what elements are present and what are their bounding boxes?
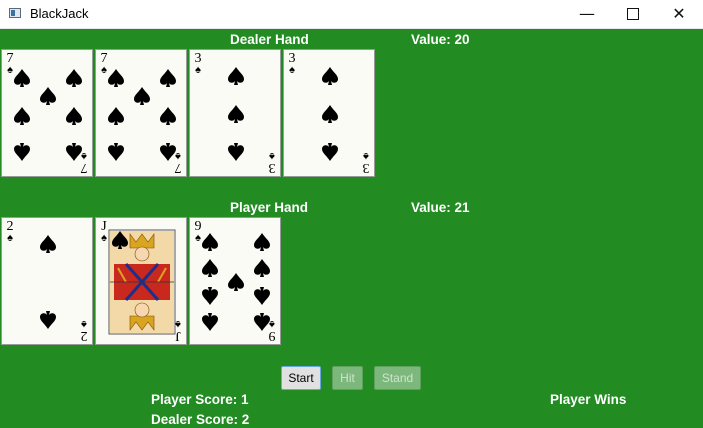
spade-pip-icon [254, 259, 270, 277]
card-rank: 2 [80, 328, 88, 343]
card-corner-index: 3 ♠ [192, 52, 204, 76]
player-score: Player Score: 1 [151, 392, 249, 407]
card-suit: ♠ [175, 318, 181, 330]
playing-card: 7 ♠ 7 ♠ [1, 49, 93, 177]
spade-pip-icon [66, 69, 82, 87]
spade-pip-icon [254, 233, 270, 251]
card-suit: ♠ [7, 64, 13, 76]
maximize-button[interactable] [610, 0, 656, 28]
spade-pip-icon [134, 87, 150, 105]
player-hand-heading: Player Hand [230, 200, 309, 215]
card-suit: ♠ [195, 64, 201, 76]
card-suit: ♠ [101, 232, 107, 244]
title-bar: BlackJack — ✕ [0, 0, 703, 29]
card-corner-index: 2 ♠ [78, 318, 90, 343]
card-suit: ♠ [195, 232, 201, 244]
spade-pip-icon [108, 143, 124, 161]
spade-pip-icon [108, 107, 124, 125]
spade-pip-icon [160, 107, 176, 125]
spade-pip-icon [228, 143, 244, 161]
card-corner-index: J ♠ [172, 318, 184, 343]
playing-card: 7 ♠ 7 ♠ [95, 49, 187, 177]
window-title: BlackJack [30, 6, 89, 21]
blackjack-window: BlackJack — ✕ Dealer Hand Value: 20 7 ♠ 7 ♠… [0, 0, 703, 428]
card-corner-index: 7 ♠ [98, 52, 110, 76]
spade-pip-icon [14, 107, 30, 125]
card-rank: 7 [174, 160, 182, 175]
minimize-button[interactable]: — [564, 0, 610, 28]
card-corner-index: 3 ♠ [266, 150, 278, 175]
spade-pip-icon [202, 287, 218, 305]
card-corner-index: 2 ♠ [4, 220, 16, 244]
card-corner-index: 3 ♠ [286, 52, 298, 76]
spade-pip-icon [254, 287, 270, 305]
spade-pip-icon [40, 87, 56, 105]
player-value: Value: 21 [411, 200, 470, 215]
dealer-value: Value: 20 [411, 32, 470, 47]
card-suit: ♠ [289, 64, 295, 76]
spade-pip-icon [202, 259, 218, 277]
playing-card: 3 ♠ 3 ♠ [189, 49, 281, 177]
card-corner-index: 9 ♠ [266, 318, 278, 343]
spade-pip-icon [228, 67, 244, 85]
card-suit: ♠ [101, 64, 107, 76]
maximize-icon [627, 8, 639, 20]
game-table: Dealer Hand Value: 20 7 ♠ 7 ♠ 7 ♠ 7 ♠ 3 ♠ 3 ♠ 3 ♠ 3 ♠ P… [0, 29, 703, 428]
stand-button[interactable]: Stand [374, 366, 421, 390]
dealer-hand-heading: Dealer Hand [230, 32, 309, 47]
hit-button[interactable]: Hit [332, 366, 363, 390]
spade-pip-icon [322, 105, 338, 123]
playing-card: 9 ♠ 9 ♠ [189, 217, 281, 345]
card-corner-index: 7 ♠ [4, 52, 16, 76]
spade-pip-icon [108, 69, 124, 87]
spade-pip-icon [322, 67, 338, 85]
spade-pip-icon [202, 313, 218, 331]
playing-card: J ♠ J ♠ [95, 217, 187, 345]
spade-pip-icon [40, 235, 56, 253]
result-message: Player Wins [550, 392, 627, 407]
card-rank: 3 [362, 160, 370, 175]
spade-pip-icon [14, 143, 30, 161]
playing-card: 3 ♠ 3 ♠ [283, 49, 375, 177]
app-icon [9, 8, 21, 18]
spade-pip-icon [322, 143, 338, 161]
spade-pip-icon [66, 107, 82, 125]
card-rank: 9 [268, 328, 276, 343]
dealer-score: Dealer Score: 2 [151, 412, 250, 427]
card-corner-index: 7 ♠ [172, 150, 184, 175]
spade-pip-icon [202, 233, 218, 251]
spade-pip-icon [228, 105, 244, 123]
card-corner-index: 7 ♠ [78, 150, 90, 175]
spade-pip-icon [40, 311, 56, 329]
card-suit: ♠ [7, 232, 13, 244]
spade-pip-icon [160, 69, 176, 87]
card-rank: J [175, 328, 181, 343]
start-button[interactable]: Start [281, 366, 321, 390]
card-corner-index: 3 ♠ [360, 150, 372, 175]
card-rank: 7 [80, 160, 88, 175]
spade-pip-icon [14, 69, 30, 87]
card-rank: 3 [268, 160, 276, 175]
close-button[interactable]: ✕ [656, 0, 702, 28]
spade-pip-icon [228, 273, 244, 291]
card-corner-index: 9 ♠ [192, 220, 204, 244]
card-corner-index: J ♠ [98, 220, 110, 244]
playing-card: 2 ♠ 2 ♠ [1, 217, 93, 345]
